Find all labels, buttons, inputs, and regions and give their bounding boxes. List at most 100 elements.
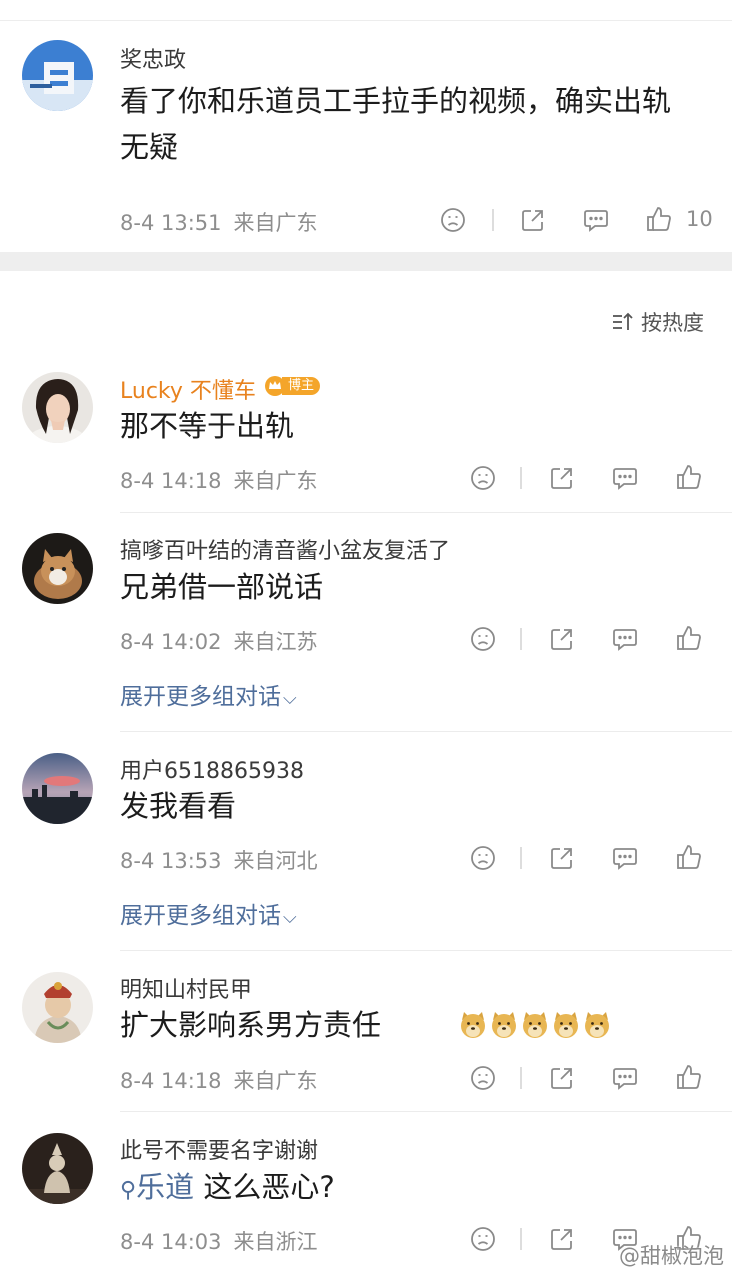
action-separator (520, 467, 522, 489)
share-button[interactable] (549, 626, 575, 652)
doge-emoji-icon (523, 1012, 547, 1038)
username[interactable]: 搞嗲百叶结的清音酱小盆友复活了 (120, 533, 450, 565)
comment-button[interactable] (612, 1065, 638, 1091)
comment-text: 发我看看 (120, 789, 237, 823)
avatar[interactable] (22, 972, 93, 1043)
doge-emoji-icon (492, 1012, 516, 1038)
comment-button[interactable] (612, 845, 638, 871)
share-button[interactable] (520, 207, 546, 233)
comment-time: 8-4 13:53 (120, 849, 222, 873)
dislike-button[interactable] (470, 1226, 496, 1252)
frown-icon (471, 846, 495, 870)
chevron-down-icon: ⌵ (283, 688, 297, 709)
comment-meta: 8-4 13:51 来自广东 (120, 207, 318, 237)
frown-icon (471, 627, 495, 651)
thumbs-up-icon (677, 1065, 701, 1089)
reply-divider (120, 731, 732, 732)
username[interactable]: Lucky 不懂车 (120, 373, 256, 405)
like-button[interactable] (676, 843, 702, 871)
top-divider (0, 20, 732, 21)
blogger-badge: 博主 (264, 375, 321, 397)
reply-divider (120, 1111, 732, 1112)
dislike-button[interactable] (470, 465, 496, 491)
dislike-button[interactable] (440, 207, 466, 233)
comment-meta: 8-4 14:18 来自广东 (120, 465, 318, 495)
comment-text-rest: 这么恶心? (194, 1170, 335, 1204)
comment-icon (613, 1068, 637, 1090)
search-term: 乐道 (136, 1170, 195, 1204)
sort-label: 按热度 (641, 311, 704, 335)
avatar[interactable] (22, 40, 93, 111)
expand-conversation-link[interactable]: 展开更多组对话 ⌵ (120, 896, 297, 930)
like-button[interactable] (646, 205, 672, 233)
comment-text: 那不等于出轨 (120, 409, 295, 443)
username[interactable]: 用户6518865938 (120, 753, 304, 785)
comment-text-line1: 看了你和乐道员工手拉手的视频，确实出轨 (120, 84, 672, 118)
avatar[interactable] (22, 533, 93, 604)
expand-label: 展开更多组对话 (120, 903, 281, 929)
comment-meta: 8-4 14:03 来自浙江 (120, 1226, 318, 1256)
badge-label: 博主 (282, 377, 321, 395)
comment-meta: 8-4 14:18 来自广东 (120, 1065, 318, 1095)
section-separator (0, 252, 732, 271)
username[interactable]: 奖忠政 (120, 42, 186, 74)
comment-icon (584, 210, 608, 232)
comment-button[interactable] (612, 626, 638, 652)
like-button[interactable] (676, 624, 702, 652)
action-separator (520, 1067, 522, 1089)
comment-icon (613, 848, 637, 870)
comment-text: ⚲乐道 这么恶心? (120, 1164, 335, 1214)
comment-time: 8-4 14:18 (120, 469, 222, 493)
comment-text: 兄弟借一部说话 (120, 570, 324, 604)
thumbs-up-icon (677, 626, 701, 650)
comment-location: 来自广东 (233, 211, 318, 235)
sort-button[interactable]: 按热度 (611, 307, 704, 337)
share-button[interactable] (549, 845, 575, 871)
action-separator (520, 1228, 522, 1250)
frown-icon (471, 1227, 495, 1251)
avatar[interactable] (22, 1133, 93, 1204)
chevron-down-icon: ⌵ (283, 907, 297, 928)
comment-time: 8-4 14:02 (120, 630, 222, 654)
expand-conversation-link[interactable]: 展开更多组对话 ⌵ (120, 677, 297, 711)
comment-button[interactable] (583, 207, 609, 233)
dislike-button[interactable] (470, 626, 496, 652)
username[interactable]: 此号不需要名字谢谢 (120, 1133, 318, 1165)
share-icon (551, 1068, 572, 1089)
thumbs-up-icon (647, 207, 671, 231)
comment-time: 8-4 13:51 (120, 211, 222, 235)
comment-location: 来自江苏 (233, 630, 318, 654)
frown-icon (471, 1066, 495, 1090)
share-button[interactable] (549, 1065, 575, 1091)
share-icon (551, 629, 572, 650)
comment-location: 来自浙江 (233, 1230, 318, 1254)
comment-button[interactable] (612, 465, 638, 491)
comment-icon (613, 629, 637, 651)
action-separator (520, 847, 522, 869)
comment-location: 来自广东 (233, 1069, 318, 1093)
doge-emoji-icon (554, 1012, 578, 1038)
comment-location: 来自广东 (233, 469, 318, 493)
action-separator (492, 209, 494, 231)
comment-meta: 8-4 14:02 来自江苏 (120, 626, 318, 656)
avatar[interactable] (22, 372, 93, 443)
reply-divider (120, 950, 732, 951)
expand-label: 展开更多组对话 (120, 684, 281, 710)
dislike-button[interactable] (470, 845, 496, 871)
username[interactable]: 明知山村民甲 (120, 972, 252, 1004)
dislike-button[interactable] (470, 1065, 496, 1091)
comment-text-line2: 无疑 (120, 130, 179, 164)
like-button[interactable] (676, 1063, 702, 1091)
reply-divider (120, 512, 732, 513)
comment-text: 扩大影响系男方责任 (120, 1008, 382, 1042)
search-link[interactable]: ⚲乐道 (120, 1170, 194, 1204)
share-button[interactable] (549, 465, 575, 491)
sort-icon (613, 312, 633, 330)
share-button[interactable] (549, 1226, 575, 1252)
like-button[interactable] (676, 463, 702, 491)
thumbs-up-icon (677, 465, 701, 489)
avatar[interactable] (22, 753, 93, 824)
action-separator (520, 628, 522, 650)
frown-icon (471, 466, 495, 490)
comment-time: 8-4 14:03 (120, 1230, 222, 1254)
